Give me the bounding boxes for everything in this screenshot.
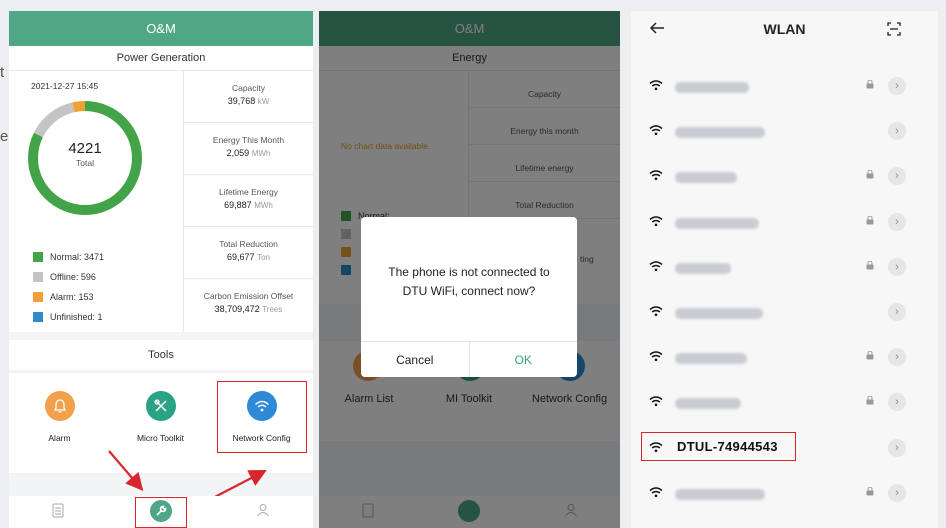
app-header: O&M	[9, 11, 313, 46]
chevron-right-icon[interactable]: ›	[888, 303, 906, 321]
network-config-highlight	[217, 381, 307, 453]
chevron-right-icon[interactable]: ›	[888, 348, 906, 367]
network-name-blurred	[675, 172, 737, 184]
wlan-header: WLAN	[631, 11, 938, 51]
legend-swatch	[33, 292, 43, 302]
stat-total-reduction: Total Reduction 69,677 Ton	[184, 227, 313, 279]
profile-tab-icon[interactable]	[256, 503, 270, 520]
legend-swatch	[33, 312, 43, 322]
lock-icon	[866, 486, 874, 498]
wifi-signal-icon	[649, 123, 663, 141]
side-text-fragment-2: e	[0, 128, 9, 145]
chevron-right-icon[interactable]: ›	[888, 77, 906, 95]
network-name-blurred	[675, 262, 731, 274]
wifi-signal-icon	[649, 394, 663, 412]
wlan-network-dtul[interactable]: DTUL-74944543 ›	[631, 427, 938, 473]
chevron-right-icon[interactable]: ›	[888, 483, 906, 502]
legend-swatch	[33, 252, 43, 262]
wlan-network-row[interactable]: ›	[631, 246, 938, 292]
lock-icon	[866, 395, 874, 407]
power-generation-card: 2021-12-27 15:45 4221 Total Normal: 3471…	[9, 71, 313, 332]
legend-normal: Normal: 3471	[33, 252, 104, 262]
stat-capacity: Capacity 39,768 kW	[184, 71, 313, 123]
network-name-blurred	[675, 217, 759, 229]
legend-swatch	[33, 272, 43, 282]
chevron-right-icon[interactable]: ›	[888, 257, 906, 276]
wlan-network-row[interactable]: ›	[631, 381, 938, 427]
chevron-right-icon[interactable]: ›	[888, 167, 906, 186]
timestamp: 2021-12-27 15:45	[31, 81, 99, 91]
device-status-donut: 4221 Total	[23, 96, 147, 220]
wifi-signal-icon	[649, 78, 663, 96]
total-label: Total	[76, 158, 94, 168]
wlan-network-row[interactable]: ›	[631, 110, 938, 156]
cancel-button[interactable]: Cancel	[361, 342, 470, 377]
toolkit-icon	[145, 391, 176, 421]
wifi-signal-icon	[649, 304, 663, 322]
total-value: 4221	[68, 140, 102, 157]
wlan-network-row[interactable]: ›	[631, 336, 938, 382]
wlan-network-row[interactable]: ›	[631, 472, 938, 518]
legend-alarm: Alarm: 153	[33, 292, 94, 302]
chevron-right-icon[interactable]: ›	[888, 393, 906, 412]
chevron-right-icon[interactable]: ›	[888, 212, 906, 231]
network-name-blurred	[675, 308, 763, 319]
om-energy-screen: O&M Energy No chart data available. Capa…	[319, 11, 620, 528]
tool-micro-toolkit[interactable]: Micro Toolkit	[110, 391, 211, 443]
legend-offline: Offline: 596	[33, 272, 96, 282]
lock-icon	[866, 350, 874, 362]
tools-title: Tools	[9, 340, 313, 370]
wifi-signal-icon	[649, 485, 663, 503]
wlan-network-row[interactable]: ›	[631, 65, 938, 111]
wifi-signal-icon	[649, 168, 663, 186]
lock-icon	[866, 79, 874, 91]
wlan-screen: WLAN › › › › › › › › DTUL-74944543 › ›	[631, 11, 938, 528]
network-name-blurred	[675, 82, 749, 93]
lock-icon	[866, 260, 874, 272]
wlan-network-row[interactable]: ›	[631, 201, 938, 247]
wrench-icon	[150, 500, 172, 522]
stat-energy-this-month: Energy This Month 2,059 MWh	[184, 123, 313, 175]
tool-alarm[interactable]: Alarm	[9, 391, 110, 443]
report-tab-icon[interactable]	[52, 503, 64, 521]
wlan-network-row[interactable]: ›	[631, 155, 938, 201]
alarm-bell-icon	[44, 391, 75, 421]
side-text-fragment-1: t	[0, 64, 5, 81]
bottom-nav	[9, 496, 313, 528]
legend-unfinished: Unfinished: 1	[33, 312, 103, 322]
ok-button[interactable]: OK	[470, 342, 578, 377]
wifi-signal-icon	[649, 214, 663, 232]
stat-lifetime-energy: Lifetime Energy 69,887 MWh	[184, 175, 313, 227]
network-name-blurred	[675, 353, 747, 365]
scan-icon[interactable]	[887, 22, 901, 41]
stat-carbon-offset: Carbon Emission Offset 38,709,472 Trees	[203, 291, 294, 314]
chevron-right-icon[interactable]: ›	[888, 438, 906, 457]
connect-dialog: The phone is not connected to DTU WiFi, …	[361, 217, 577, 377]
wifi-signal-icon	[649, 349, 663, 367]
tools-tab[interactable]	[135, 497, 187, 528]
chevron-right-icon[interactable]: ›	[888, 122, 906, 141]
dialog-message: The phone is not connected to DTU WiFi, …	[388, 265, 550, 298]
lock-icon	[866, 215, 874, 227]
wifi-signal-icon	[649, 259, 663, 277]
network-name: DTUL-74944543	[677, 438, 778, 454]
om-power-generation-screen: O&M Power Generation 2021-12-27 15:45 42…	[9, 11, 313, 528]
wlan-network-row[interactable]: ›	[631, 291, 938, 337]
section-title: Power Generation	[9, 46, 313, 71]
network-name-blurred	[675, 488, 765, 500]
network-name-blurred	[675, 127, 765, 139]
lock-icon	[866, 169, 874, 181]
network-name-blurred	[675, 398, 741, 410]
